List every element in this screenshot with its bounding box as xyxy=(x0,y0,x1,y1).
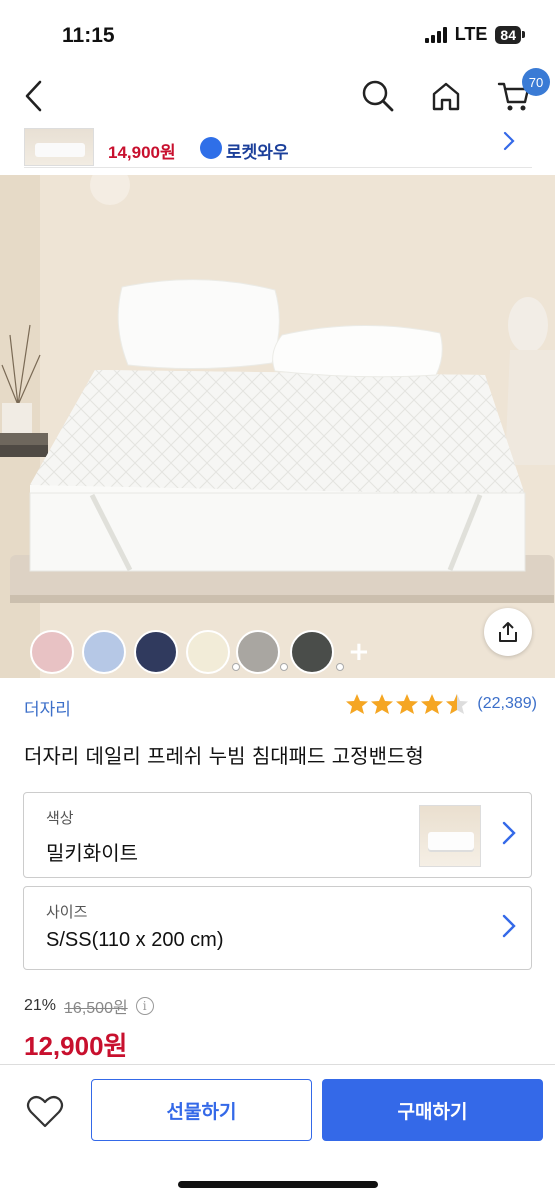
size-option-label: 사이즈 xyxy=(46,903,88,921)
rocket-wow-label: 로켓와우 xyxy=(226,143,289,163)
rating[interactable]: (22,389) xyxy=(345,693,537,715)
color-option-value: 밀키화이트 xyxy=(46,841,138,865)
home-icon xyxy=(432,82,460,111)
nav-bar xyxy=(0,70,555,126)
chevron-right-icon xyxy=(501,913,517,943)
battery-icon: 84 xyxy=(495,25,525,44)
chevron-right-icon xyxy=(502,130,516,156)
home-button[interactable] xyxy=(424,74,468,118)
swatch-navy[interactable] xyxy=(134,630,178,674)
original-price: 16,500원 xyxy=(64,1000,128,1017)
cart-count-badge: 70 xyxy=(522,68,550,96)
search-button[interactable] xyxy=(356,74,400,118)
price-block: 21% 16,500원 i 12,900원 xyxy=(24,994,154,1063)
color-option-selector[interactable]: 색상 밀키화이트 xyxy=(23,792,532,878)
star-icon xyxy=(346,694,369,714)
share-icon xyxy=(499,622,517,642)
discount-rate: 21% xyxy=(24,997,57,1014)
swatch-gray-pattern[interactable] xyxy=(236,630,280,674)
star-icon xyxy=(396,694,419,714)
share-button[interactable] xyxy=(484,608,532,656)
size-option-selector[interactable]: 사이즈 S/SS(110 x 200 cm) xyxy=(23,886,532,970)
home-indicator xyxy=(178,1181,378,1188)
more-swatches-icon[interactable]: + xyxy=(348,639,370,665)
size-option-value: S/SS(110 x 200 cm) xyxy=(46,929,224,951)
search-icon xyxy=(362,80,394,112)
swatch-cream[interactable] xyxy=(186,630,230,674)
bottom-action-bar: 선물하기 구매하기 xyxy=(0,1064,555,1200)
chevron-right-icon xyxy=(501,820,517,850)
info-icon[interactable]: i xyxy=(135,997,154,1015)
star-half-icon xyxy=(446,694,469,714)
status-time: 11:15 xyxy=(62,24,115,47)
color-option-thumbnail xyxy=(419,805,481,867)
network-label: LTE xyxy=(454,24,488,44)
gift-button[interactable]: 선물하기 xyxy=(91,1079,312,1141)
rocket-icon xyxy=(200,137,222,159)
swatch-light-blue[interactable] xyxy=(82,630,126,674)
signal-icon xyxy=(424,26,447,43)
back-button[interactable] xyxy=(12,74,56,118)
mini-product-thumbnail xyxy=(24,128,94,166)
mini-price: 14,900원 xyxy=(108,143,176,162)
mini-product-banner[interactable]: 14,900원 로켓와우 xyxy=(24,128,532,168)
discount-row: 21% 16,500원 i xyxy=(24,994,154,1018)
status-indicators: LTE 84 xyxy=(424,24,525,45)
brand-link[interactable]: 더자리 xyxy=(24,695,71,720)
swatch-pink[interactable] xyxy=(30,630,74,674)
swatch-dark-floral[interactable] xyxy=(290,630,334,674)
wishlist-button[interactable] xyxy=(22,1089,68,1135)
color-option-label: 색상 xyxy=(46,809,74,827)
heart-icon xyxy=(26,1095,64,1128)
sale-price: 12,900원 xyxy=(24,1031,128,1061)
star-rating xyxy=(345,693,469,715)
battery-level: 84 xyxy=(495,25,521,44)
review-count[interactable]: (22,389) xyxy=(477,695,537,713)
status-bar: 11:15 LTE 84 xyxy=(0,0,555,70)
product-image[interactable] xyxy=(0,175,555,678)
star-icon xyxy=(421,694,444,714)
bed-illustration xyxy=(0,175,555,678)
product-title: 더자리 데일리 프레쉬 누빔 침대패드 고정밴드형 xyxy=(24,744,424,768)
chevron-left-icon xyxy=(25,80,42,112)
buy-button[interactable]: 구매하기 xyxy=(322,1079,543,1141)
star-icon xyxy=(371,694,394,714)
